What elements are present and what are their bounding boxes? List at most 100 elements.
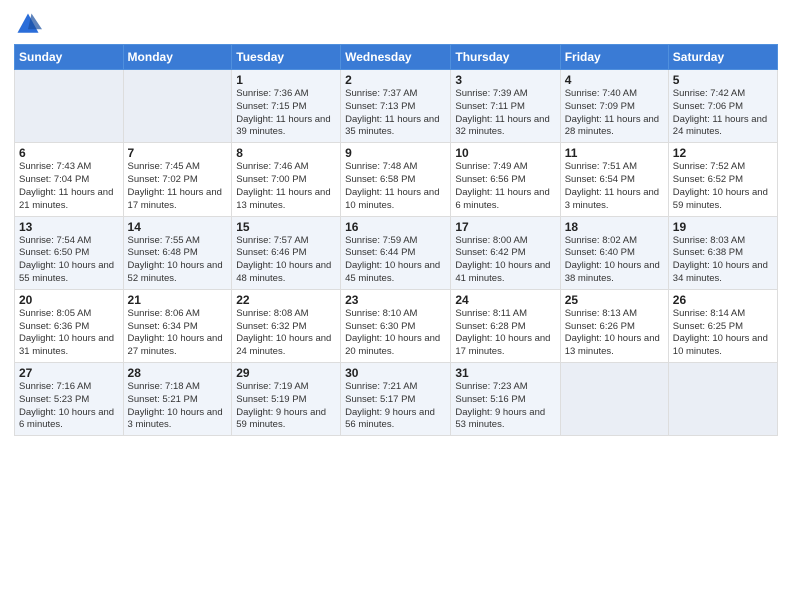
day-info: Sunrise: 8:06 AM Sunset: 6:34 PM Dayligh… <box>128 308 228 359</box>
col-header-thursday: Thursday <box>451 45 560 70</box>
day-info: Sunrise: 8:05 AM Sunset: 6:36 PM Dayligh… <box>19 308 119 359</box>
day-info: Sunrise: 7:52 AM Sunset: 6:52 PM Dayligh… <box>673 161 773 212</box>
day-number: 4 <box>565 73 664 87</box>
logo-icon <box>14 10 42 38</box>
calendar-cell: 12Sunrise: 7:52 AM Sunset: 6:52 PM Dayli… <box>668 143 777 216</box>
header <box>14 10 778 38</box>
calendar-cell: 31Sunrise: 7:23 AM Sunset: 5:16 PM Dayli… <box>451 363 560 436</box>
calendar-cell <box>668 363 777 436</box>
day-info: Sunrise: 7:45 AM Sunset: 7:02 PM Dayligh… <box>128 161 228 212</box>
day-info: Sunrise: 8:08 AM Sunset: 6:32 PM Dayligh… <box>236 308 336 359</box>
day-number: 29 <box>236 366 336 380</box>
day-number: 27 <box>19 366 119 380</box>
day-number: 6 <box>19 146 119 160</box>
calendar-cell: 17Sunrise: 8:00 AM Sunset: 6:42 PM Dayli… <box>451 216 560 289</box>
calendar-cell <box>123 70 232 143</box>
calendar-cell: 15Sunrise: 7:57 AM Sunset: 6:46 PM Dayli… <box>232 216 341 289</box>
calendar-cell: 30Sunrise: 7:21 AM Sunset: 5:17 PM Dayli… <box>341 363 451 436</box>
calendar-cell: 14Sunrise: 7:55 AM Sunset: 6:48 PM Dayli… <box>123 216 232 289</box>
day-number: 25 <box>565 293 664 307</box>
page: SundayMondayTuesdayWednesdayThursdayFrid… <box>0 0 792 612</box>
day-info: Sunrise: 7:43 AM Sunset: 7:04 PM Dayligh… <box>19 161 119 212</box>
calendar-cell: 10Sunrise: 7:49 AM Sunset: 6:56 PM Dayli… <box>451 143 560 216</box>
day-number: 2 <box>345 73 446 87</box>
day-info: Sunrise: 7:59 AM Sunset: 6:44 PM Dayligh… <box>345 235 446 286</box>
calendar-cell: 16Sunrise: 7:59 AM Sunset: 6:44 PM Dayli… <box>341 216 451 289</box>
day-number: 11 <box>565 146 664 160</box>
day-number: 7 <box>128 146 228 160</box>
calendar-cell <box>560 363 668 436</box>
week-row-3: 13Sunrise: 7:54 AM Sunset: 6:50 PM Dayli… <box>15 216 778 289</box>
day-info: Sunrise: 8:03 AM Sunset: 6:38 PM Dayligh… <box>673 235 773 286</box>
day-info: Sunrise: 7:16 AM Sunset: 5:23 PM Dayligh… <box>19 381 119 432</box>
col-header-saturday: Saturday <box>668 45 777 70</box>
col-header-sunday: Sunday <box>15 45 124 70</box>
day-number: 28 <box>128 366 228 380</box>
day-info: Sunrise: 7:48 AM Sunset: 6:58 PM Dayligh… <box>345 161 446 212</box>
day-info: Sunrise: 7:18 AM Sunset: 5:21 PM Dayligh… <box>128 381 228 432</box>
calendar-cell: 13Sunrise: 7:54 AM Sunset: 6:50 PM Dayli… <box>15 216 124 289</box>
day-info: Sunrise: 7:36 AM Sunset: 7:15 PM Dayligh… <box>236 88 336 139</box>
calendar-table: SundayMondayTuesdayWednesdayThursdayFrid… <box>14 44 778 436</box>
day-info: Sunrise: 7:37 AM Sunset: 7:13 PM Dayligh… <box>345 88 446 139</box>
logo <box>14 10 46 38</box>
day-number: 24 <box>455 293 555 307</box>
day-number: 30 <box>345 366 446 380</box>
col-header-wednesday: Wednesday <box>341 45 451 70</box>
day-info: Sunrise: 8:00 AM Sunset: 6:42 PM Dayligh… <box>455 235 555 286</box>
week-row-2: 6Sunrise: 7:43 AM Sunset: 7:04 PM Daylig… <box>15 143 778 216</box>
day-number: 21 <box>128 293 228 307</box>
day-number: 20 <box>19 293 119 307</box>
day-info: Sunrise: 8:02 AM Sunset: 6:40 PM Dayligh… <box>565 235 664 286</box>
calendar-cell: 20Sunrise: 8:05 AM Sunset: 6:36 PM Dayli… <box>15 289 124 362</box>
calendar-cell: 5Sunrise: 7:42 AM Sunset: 7:06 PM Daylig… <box>668 70 777 143</box>
calendar-cell: 21Sunrise: 8:06 AM Sunset: 6:34 PM Dayli… <box>123 289 232 362</box>
calendar-cell: 28Sunrise: 7:18 AM Sunset: 5:21 PM Dayli… <box>123 363 232 436</box>
calendar-cell: 22Sunrise: 8:08 AM Sunset: 6:32 PM Dayli… <box>232 289 341 362</box>
calendar-cell: 23Sunrise: 8:10 AM Sunset: 6:30 PM Dayli… <box>341 289 451 362</box>
day-number: 5 <box>673 73 773 87</box>
calendar-cell: 7Sunrise: 7:45 AM Sunset: 7:02 PM Daylig… <box>123 143 232 216</box>
day-number: 17 <box>455 220 555 234</box>
day-number: 10 <box>455 146 555 160</box>
col-header-tuesday: Tuesday <box>232 45 341 70</box>
calendar-cell: 26Sunrise: 8:14 AM Sunset: 6:25 PM Dayli… <box>668 289 777 362</box>
day-info: Sunrise: 8:10 AM Sunset: 6:30 PM Dayligh… <box>345 308 446 359</box>
day-info: Sunrise: 7:42 AM Sunset: 7:06 PM Dayligh… <box>673 88 773 139</box>
day-number: 18 <box>565 220 664 234</box>
calendar-cell <box>15 70 124 143</box>
day-number: 16 <box>345 220 446 234</box>
header-row: SundayMondayTuesdayWednesdayThursdayFrid… <box>15 45 778 70</box>
day-info: Sunrise: 7:55 AM Sunset: 6:48 PM Dayligh… <box>128 235 228 286</box>
day-info: Sunrise: 7:23 AM Sunset: 5:16 PM Dayligh… <box>455 381 555 432</box>
day-info: Sunrise: 8:13 AM Sunset: 6:26 PM Dayligh… <box>565 308 664 359</box>
calendar-cell: 8Sunrise: 7:46 AM Sunset: 7:00 PM Daylig… <box>232 143 341 216</box>
calendar-cell: 11Sunrise: 7:51 AM Sunset: 6:54 PM Dayli… <box>560 143 668 216</box>
day-number: 31 <box>455 366 555 380</box>
day-number: 3 <box>455 73 555 87</box>
day-info: Sunrise: 7:21 AM Sunset: 5:17 PM Dayligh… <box>345 381 446 432</box>
day-info: Sunrise: 7:39 AM Sunset: 7:11 PM Dayligh… <box>455 88 555 139</box>
day-number: 13 <box>19 220 119 234</box>
calendar-cell: 9Sunrise: 7:48 AM Sunset: 6:58 PM Daylig… <box>341 143 451 216</box>
day-number: 1 <box>236 73 336 87</box>
calendar-cell: 3Sunrise: 7:39 AM Sunset: 7:11 PM Daylig… <box>451 70 560 143</box>
calendar-cell: 29Sunrise: 7:19 AM Sunset: 5:19 PM Dayli… <box>232 363 341 436</box>
day-info: Sunrise: 7:49 AM Sunset: 6:56 PM Dayligh… <box>455 161 555 212</box>
day-number: 19 <box>673 220 773 234</box>
day-info: Sunrise: 8:11 AM Sunset: 6:28 PM Dayligh… <box>455 308 555 359</box>
day-number: 15 <box>236 220 336 234</box>
day-number: 23 <box>345 293 446 307</box>
calendar-cell: 6Sunrise: 7:43 AM Sunset: 7:04 PM Daylig… <box>15 143 124 216</box>
day-number: 26 <box>673 293 773 307</box>
calendar-cell: 4Sunrise: 7:40 AM Sunset: 7:09 PM Daylig… <box>560 70 668 143</box>
col-header-friday: Friday <box>560 45 668 70</box>
day-info: Sunrise: 7:51 AM Sunset: 6:54 PM Dayligh… <box>565 161 664 212</box>
calendar-cell: 18Sunrise: 8:02 AM Sunset: 6:40 PM Dayli… <box>560 216 668 289</box>
day-info: Sunrise: 7:57 AM Sunset: 6:46 PM Dayligh… <box>236 235 336 286</box>
calendar-cell: 19Sunrise: 8:03 AM Sunset: 6:38 PM Dayli… <box>668 216 777 289</box>
day-number: 9 <box>345 146 446 160</box>
week-row-5: 27Sunrise: 7:16 AM Sunset: 5:23 PM Dayli… <box>15 363 778 436</box>
col-header-monday: Monday <box>123 45 232 70</box>
calendar-cell: 1Sunrise: 7:36 AM Sunset: 7:15 PM Daylig… <box>232 70 341 143</box>
